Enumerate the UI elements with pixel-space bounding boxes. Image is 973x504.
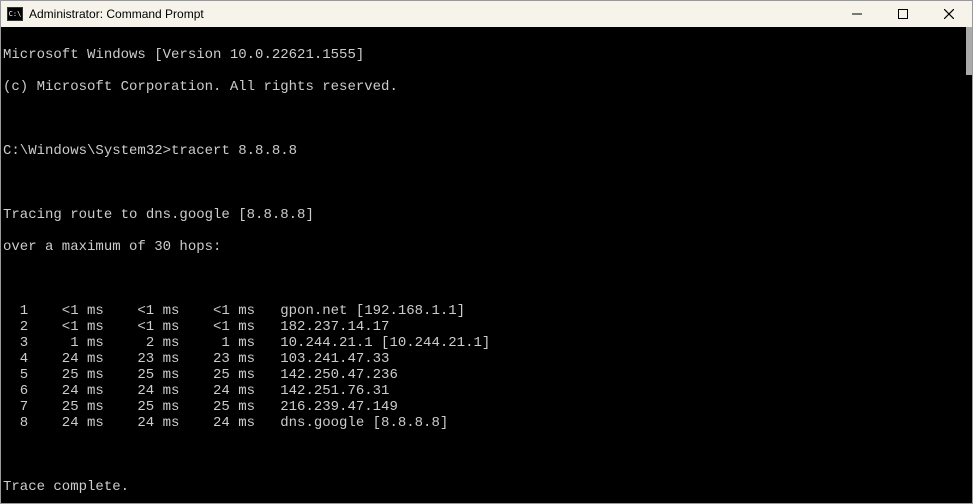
cmd-icon: C:\ (7, 7, 23, 21)
copyright-line: (c) Microsoft Corporation. All rights re… (3, 79, 970, 95)
vertical-scrollbar[interactable] (966, 27, 972, 75)
blank-line (3, 111, 970, 127)
trace-intro-1: Tracing route to dns.google [8.8.8.8] (3, 207, 970, 223)
titlebar[interactable]: C:\ Administrator: Command Prompt (1, 1, 972, 27)
hop-row: 424 ms23 ms23 ms103.241.47.33 (3, 351, 970, 367)
close-button[interactable] (926, 1, 972, 27)
hop-row: 1<1 ms<1 ms<1 msgpon.net [192.168.1.1] (3, 303, 970, 319)
blank-line (3, 447, 970, 463)
window-controls (834, 1, 972, 27)
minimize-icon (852, 9, 862, 19)
prompt-path: C:\Windows\System32> (3, 143, 171, 159)
hop-list: 1<1 ms<1 ms<1 msgpon.net [192.168.1.1]2<… (3, 303, 970, 431)
prompt-line-1: C:\Windows\System32>tracert 8.8.8.8 (3, 143, 970, 159)
version-line: Microsoft Windows [Version 10.0.22621.15… (3, 47, 970, 63)
entered-command: tracert 8.8.8.8 (171, 143, 297, 159)
hop-row: 824 ms24 ms24 msdns.google [8.8.8.8] (3, 415, 970, 431)
command-prompt-window: C:\ Administrator: Command Prompt Micros… (0, 0, 973, 504)
trace-intro-2: over a maximum of 30 hops: (3, 239, 970, 255)
terminal-output[interactable]: Microsoft Windows [Version 10.0.22621.15… (1, 27, 972, 503)
hop-row: 31 ms2 ms1 ms10.244.21.1 [10.244.21.1] (3, 335, 970, 351)
hop-row: 2<1 ms<1 ms<1 ms182.237.14.17 (3, 319, 970, 335)
maximize-icon (898, 9, 908, 19)
window-title: Administrator: Command Prompt (29, 7, 834, 21)
minimize-button[interactable] (834, 1, 880, 27)
blank-line (3, 175, 970, 191)
blank-line (3, 271, 970, 287)
hop-row: 725 ms25 ms25 ms216.239.47.149 (3, 399, 970, 415)
cmd-icon-text: C:\ (9, 11, 22, 18)
trace-complete: Trace complete. (3, 479, 970, 495)
hop-row: 624 ms24 ms24 ms142.251.76.31 (3, 383, 970, 399)
close-icon (944, 9, 954, 19)
hop-row: 525 ms25 ms25 ms142.250.47.236 (3, 367, 970, 383)
maximize-button[interactable] (880, 1, 926, 27)
